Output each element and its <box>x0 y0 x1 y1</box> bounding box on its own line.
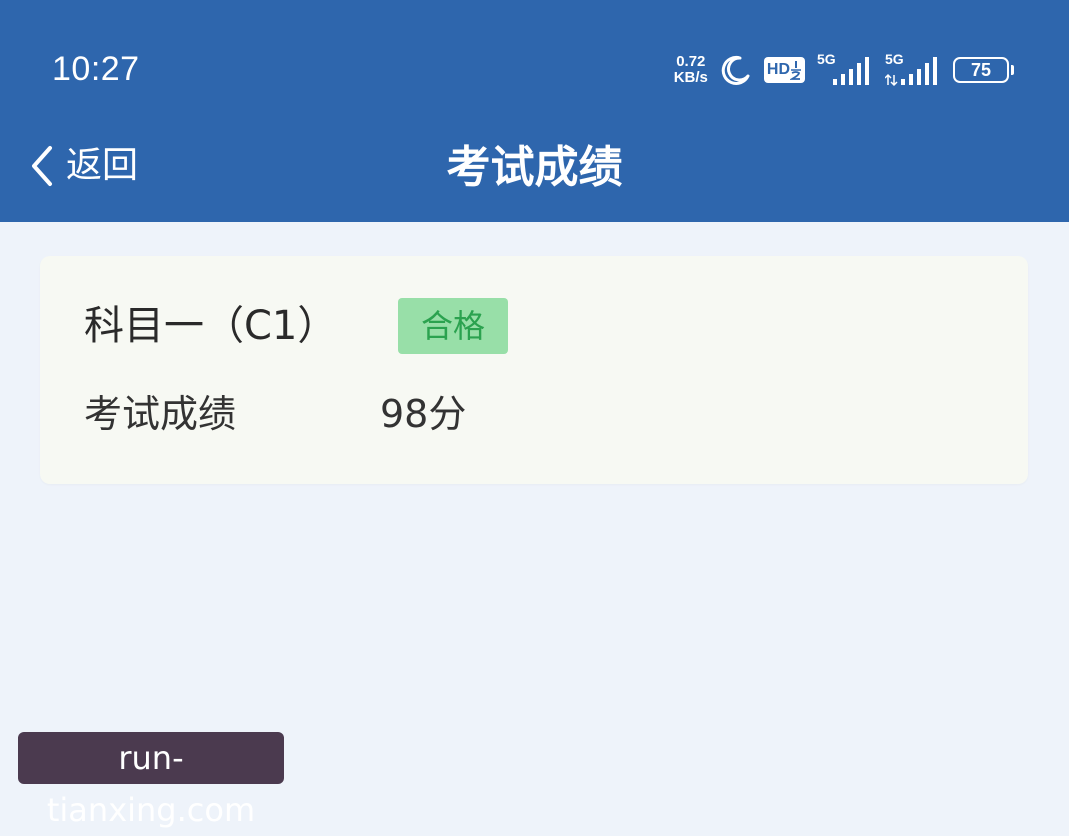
status-time: 10:27 <box>52 50 140 88</box>
score-value: 98分 <box>380 392 467 436</box>
status-badge: 合格 <box>398 298 508 354</box>
exam-result-card: 科目一（C1） 合格 考试成绩 98分 <box>40 256 1028 484</box>
status-bar: 10:27 0.72 KB/s HD 5G 5G 75 <box>0 0 1069 130</box>
network-speed: 0.72 KB/s <box>674 54 708 86</box>
score-label: 考试成绩 <box>84 392 237 436</box>
signal-icon: 5G <box>885 51 941 87</box>
watermark: run-tianxing.com <box>18 732 284 829</box>
network-speed-value: 0.72 <box>676 53 706 70</box>
moon-icon <box>720 54 752 86</box>
navigation-bar: 返回 考试成绩 <box>0 130 1069 222</box>
app-header: 10:27 0.72 KB/s HD 5G 5G 75 返回 考试成绩 <box>0 0 1069 222</box>
network-speed-unit: KB/s <box>673 69 708 86</box>
signal-icon: 5G <box>817 51 873 87</box>
battery-icon: 75 <box>953 57 1014 83</box>
status-icons: 0.72 KB/s HD 5G 5G 75 <box>674 50 1014 90</box>
hd-icon: HD <box>763 57 805 83</box>
hd-label: HD <box>766 61 790 78</box>
page-title: 考试成绩 <box>446 142 623 193</box>
subject-name: 科目一（C1） <box>84 303 338 349</box>
battery-level: 75 <box>970 59 992 80</box>
